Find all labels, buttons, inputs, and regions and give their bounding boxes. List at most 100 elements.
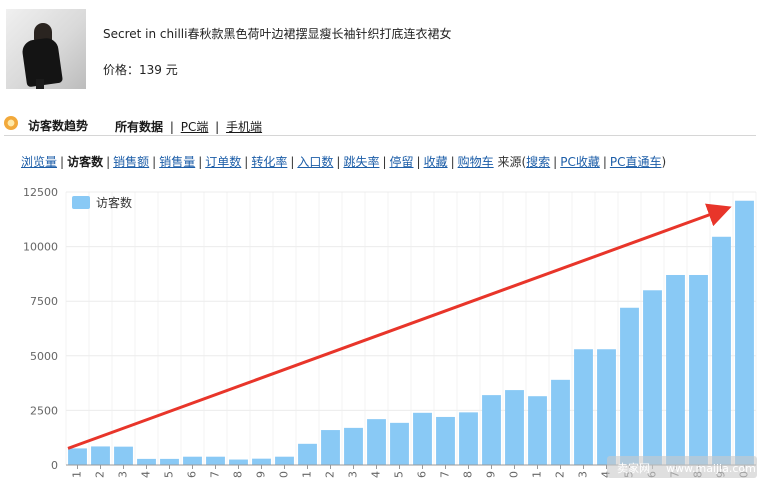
legend-label: 访客数 [96, 195, 132, 210]
y-tick-label: 2500 [30, 404, 58, 417]
metric-link[interactable]: 浏览量 [21, 155, 57, 169]
bar [505, 390, 524, 465]
bar [160, 458, 179, 465]
bar [666, 274, 685, 465]
bar [390, 422, 409, 465]
metric-link[interactable]: 转化率 [251, 155, 287, 169]
source-prefix: 来源( [493, 155, 527, 169]
bar [252, 458, 271, 465]
bar [367, 419, 386, 465]
metric-selector: 浏览量 | 访客数 | 销售额 | 销售量 | 订单数 | 转化率 | 入口数 | 跳失率 | 停留 | 收藏 | 购物… [21, 153, 666, 170]
bar [459, 412, 478, 465]
x-tick-label: 6 [416, 471, 429, 478]
bar [574, 349, 593, 465]
metric-link[interactable]: 订单数 [205, 155, 241, 169]
x-tick-label: 3 [577, 471, 590, 478]
x-tick-label: 9 [485, 471, 498, 478]
metric-link[interactable]: 销售额 [113, 155, 149, 169]
y-tick-label: 10000 [23, 241, 58, 254]
x-tick-label: 0 [278, 471, 291, 478]
bar [643, 290, 662, 465]
metric-separator: | [152, 155, 157, 169]
metric-link[interactable]: 入口数 [297, 155, 333, 169]
tab-mobile[interactable]: 手机端 [226, 120, 262, 134]
section-title: 访客数趋势 [28, 119, 89, 133]
metric-separator: | [106, 155, 111, 169]
metric-separator: | [382, 155, 387, 169]
metric-link[interactable]: 销售量 [159, 155, 195, 169]
bar [114, 446, 133, 465]
x-tick-label: 4 [140, 471, 153, 478]
x-tick-label: 0 [508, 471, 521, 478]
bar [137, 458, 156, 465]
watermark-url: www.maijia.com [666, 462, 756, 475]
x-tick-label: 7 [439, 471, 452, 478]
metric-link[interactable]: 访客数 [67, 155, 103, 169]
x-tick-label: 5 [163, 471, 176, 478]
bar [689, 274, 708, 465]
metric-separator: | [336, 155, 341, 169]
watermark-brand: 卖家网 [617, 461, 650, 475]
x-tick-label: 1 [531, 471, 544, 478]
metric-separator: | [416, 155, 421, 169]
y-tick-label: 12500 [23, 186, 58, 199]
x-tick-label: 4 [370, 471, 383, 478]
bar [712, 236, 731, 465]
legend-swatch [72, 196, 90, 209]
metric-link[interactable]: 跳失率 [343, 155, 379, 169]
product-thumbnail[interactable] [6, 9, 86, 89]
source-suffix: ) [661, 155, 667, 169]
bar [344, 427, 363, 465]
metric-separator: | [198, 155, 203, 169]
x-tick-label: 8 [462, 471, 475, 478]
tab-separator: | [169, 120, 174, 134]
bar [482, 395, 501, 465]
source-link[interactable]: 搜索 [526, 155, 550, 169]
metric-link[interactable]: 购物车 [458, 155, 494, 169]
visitor-trend-chart: 0 2500 5000 7500 10000 12500 1 2 3 4 5 6 7 8 9 0 1 2 3 4 5 6 7… [23, 186, 757, 478]
tab-pc[interactable]: PC端 [181, 120, 209, 134]
bar [91, 446, 110, 465]
x-tick-label: 8 [232, 471, 245, 478]
bar [735, 200, 754, 465]
metric-separator: | [60, 155, 65, 169]
x-tick-label: 2 [554, 471, 567, 478]
x-tick-label: 5 [393, 471, 406, 478]
metric-link[interactable]: 停留 [390, 155, 414, 169]
y-tick-label: 7500 [30, 295, 58, 308]
x-tick-label: 3 [347, 471, 360, 478]
x-tick-label: 1 [301, 471, 314, 478]
source-link[interactable]: PC直通车 [610, 155, 662, 169]
product-name[interactable]: Secret in chilli春秋款黑色荷叶边裙摆显瘦长袖针织打底连衣裙女 [103, 25, 451, 42]
metric-link[interactable]: 收藏 [424, 155, 448, 169]
bar [436, 416, 455, 465]
metric-separator: | [450, 155, 455, 169]
metric-separator: | [290, 155, 295, 169]
x-tick-label: 7 [209, 471, 222, 478]
metric-separator: | [244, 155, 249, 169]
tab-all-data[interactable]: 所有数据 [115, 120, 163, 134]
bar [68, 448, 87, 465]
metric-separator: | [602, 155, 607, 169]
bar [528, 396, 547, 465]
bar [413, 412, 432, 465]
metric-separator: | [553, 155, 558, 169]
bar [620, 307, 639, 465]
bar [206, 456, 225, 465]
bar [298, 443, 317, 465]
bar [229, 459, 248, 465]
bar [597, 349, 616, 465]
x-tick-label: 2 [324, 471, 337, 478]
model-leg-shape [36, 79, 44, 89]
x-tick-label: 9 [255, 471, 268, 478]
bar [275, 456, 294, 465]
chart-area: 0 2500 5000 7500 10000 12500 1 2 3 4 5 6 7 8 9 0 1 2 3 4 5 6 7… [0, 178, 767, 481]
bullet-icon [4, 116, 18, 130]
x-tick-label: 1 [71, 471, 84, 478]
y-tick-label: 5000 [30, 350, 58, 363]
section-header: 访客数趋势 所有数据 | PC端 | 手机端 [4, 114, 756, 136]
data-scope-tabs: 所有数据 | PC端 | 手机端 [115, 118, 262, 135]
bar [321, 430, 340, 465]
bar [551, 379, 570, 465]
source-link[interactable]: PC收藏 [560, 155, 600, 169]
